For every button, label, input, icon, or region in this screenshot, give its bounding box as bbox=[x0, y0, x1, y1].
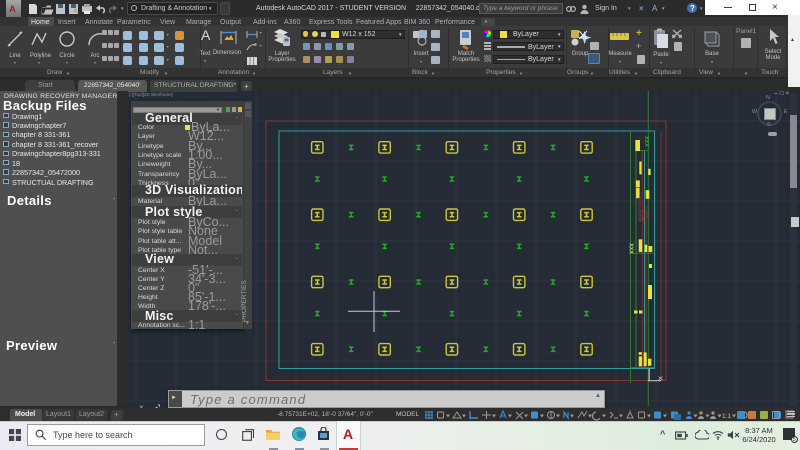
svg-text:XXX: XXX bbox=[643, 136, 649, 147]
svg-text:1:1: 1:1 bbox=[722, 413, 731, 420]
svg-text:XXX: XXX bbox=[628, 243, 634, 254]
svg-text:XXX: XXX bbox=[646, 210, 650, 218]
